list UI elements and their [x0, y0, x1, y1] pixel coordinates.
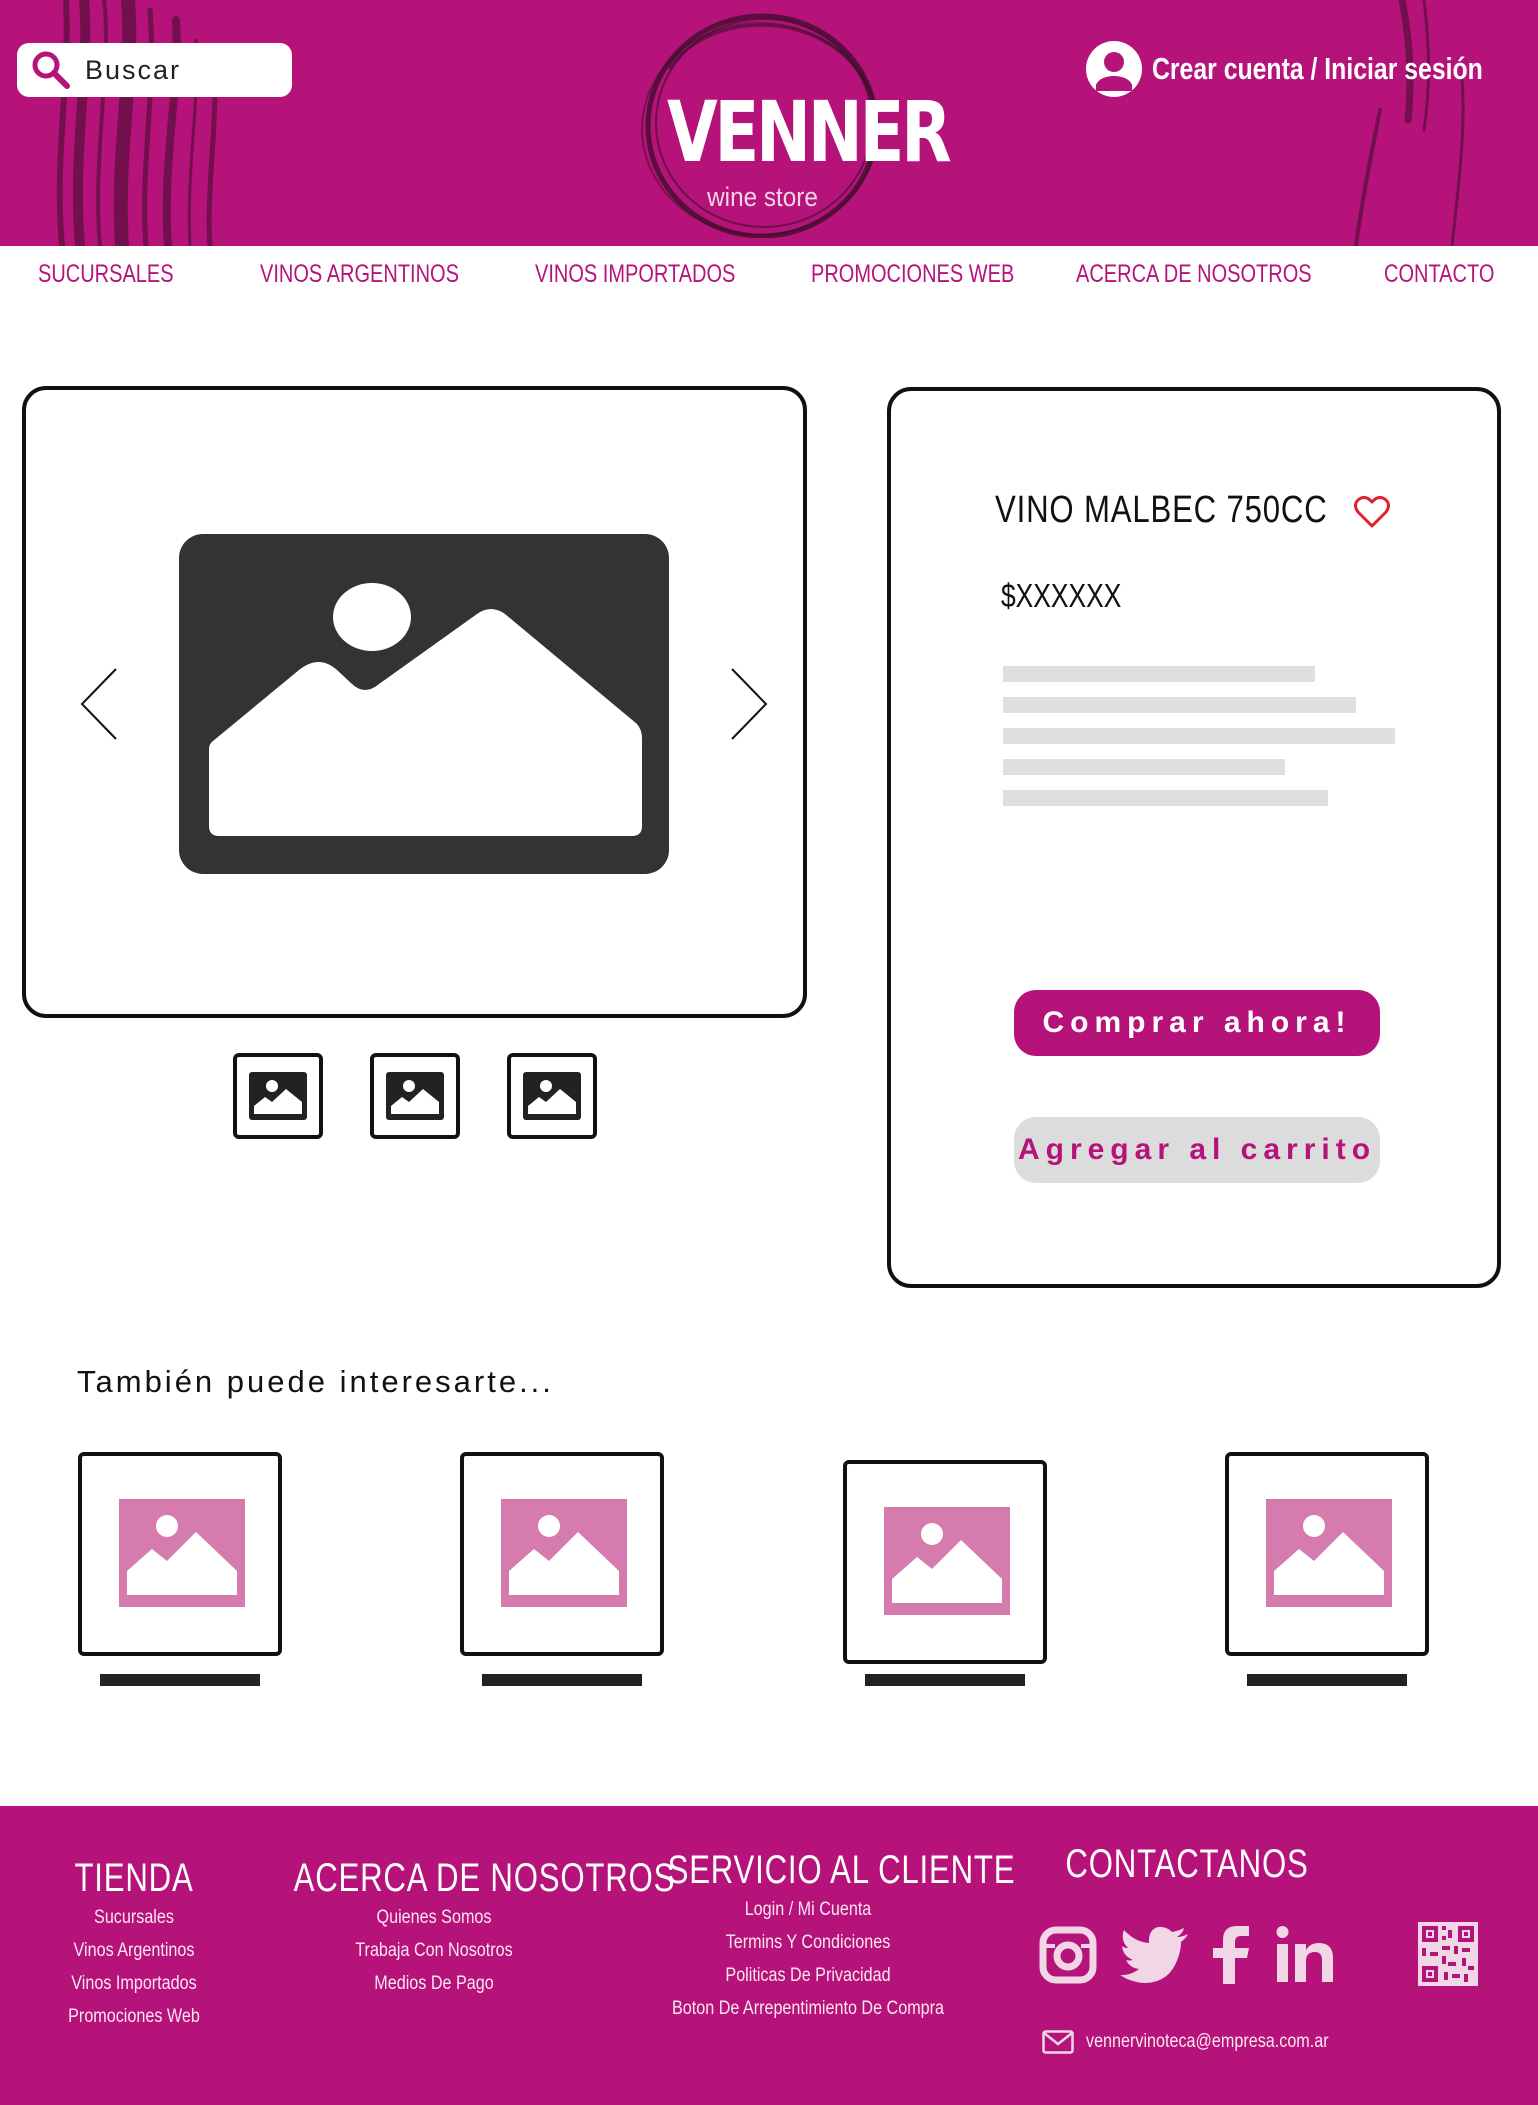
- product-image-placeholder: [179, 534, 669, 874]
- image-icon: [386, 1072, 444, 1120]
- footer-heading: CONTACTANOS: [1065, 1842, 1309, 1886]
- search-bar[interactable]: Buscar: [17, 43, 292, 97]
- account-link[interactable]: Crear cuenta / Iniciar sesión: [1086, 40, 1538, 98]
- linkedin-icon[interactable]: [1275, 1926, 1333, 1984]
- site-header: Buscar VENNER wine store Crear cuenta / …: [0, 0, 1538, 246]
- product-name-placeholder: [482, 1674, 642, 1686]
- venner-logo[interactable]: VENNER wine store: [640, 8, 952, 238]
- search-input[interactable]: Buscar: [85, 55, 181, 86]
- product-info-card: VINO MALBEC 750CC $XXXXXX Comprar ahora!…: [887, 387, 1501, 1288]
- product-name-placeholder: [865, 1674, 1025, 1686]
- twitter-icon[interactable]: [1120, 1926, 1190, 1984]
- footer-link[interactable]: Login / Mi Cuenta: [655, 1893, 961, 1926]
- footer-link[interactable]: Boton De Arrepentimiento De Compra: [655, 1992, 961, 2025]
- gallery-thumbnail[interactable]: [507, 1053, 597, 1139]
- recommended-product-card[interactable]: [460, 1452, 664, 1656]
- nav-item-promociones-web[interactable]: PROMOCIONES WEB: [811, 260, 1014, 289]
- image-icon: [249, 1072, 307, 1120]
- recommended-product-card[interactable]: [1225, 1452, 1429, 1656]
- recommended-product-card[interactable]: [843, 1460, 1047, 1664]
- contact-email[interactable]: vennervinoteca@empresa.com.ar: [1042, 2030, 1371, 2054]
- qr-code-icon[interactable]: [1418, 1922, 1478, 1986]
- nav-item-sucursales[interactable]: SUCURSALES: [38, 260, 174, 289]
- footer-column-servicio: SERVICIO AL CLIENTE Login / Mi Cuenta Te…: [628, 1848, 1016, 2025]
- description-placeholder-line: [1003, 759, 1285, 775]
- footer-column-acerca: ACERCA DE NOSOTROS Quienes Somos Trabaja…: [254, 1856, 676, 2000]
- footer-heading: ACERCA DE NOSOTROS: [293, 1856, 676, 1900]
- facebook-icon[interactable]: [1209, 1926, 1253, 1984]
- footer-heading: TIENDA: [74, 1856, 194, 1900]
- footer-column-contacto: CONTACTANOS: [1007, 1842, 1367, 1887]
- footer-link[interactable]: Promociones Web: [49, 2000, 219, 2033]
- add-to-cart-button[interactable]: Agregar al carrito: [1014, 1117, 1380, 1183]
- footer-link[interactable]: Vinos Argentinos: [49, 1934, 219, 1967]
- instagram-icon[interactable]: [1039, 1926, 1097, 1984]
- description-placeholder-line: [1003, 790, 1328, 806]
- heart-icon[interactable]: [1354, 495, 1390, 529]
- footer-link[interactable]: Quienes Somos: [281, 1901, 587, 1934]
- footer-link[interactable]: Politicas De Privacidad: [655, 1959, 961, 1992]
- image-icon: [884, 1507, 1010, 1615]
- gallery-thumbnail[interactable]: [370, 1053, 460, 1139]
- image-icon: [523, 1072, 581, 1120]
- site-footer: TIENDA Sucursales Vinos Argentinos Vinos…: [0, 1806, 1538, 2105]
- recommendations-title: También puede interesarte...: [77, 1364, 554, 1399]
- user-icon: [1086, 41, 1142, 97]
- logo-wordmark: VENNER: [666, 83, 952, 181]
- contact-email-text: vennervinoteca@empresa.com.ar: [1086, 2031, 1329, 2052]
- product-gallery: [22, 386, 807, 1018]
- description-placeholder-line: [1003, 697, 1356, 713]
- footer-column-tienda: TIENDA Sucursales Vinos Argentinos Vinos…: [34, 1856, 234, 2033]
- footer-link[interactable]: Medios De Pago: [281, 1967, 587, 2000]
- image-icon: [501, 1499, 627, 1607]
- footer-link[interactable]: Termins Y Condiciones: [655, 1926, 961, 1959]
- footer-heading: SERVICIO AL CLIENTE: [667, 1848, 1016, 1892]
- mail-icon: [1042, 2030, 1074, 2054]
- nav-item-contacto[interactable]: CONTACTO: [1384, 260, 1494, 289]
- description-placeholder-line: [1003, 728, 1395, 744]
- footer-link[interactable]: Sucursales: [49, 1901, 219, 1934]
- buy-now-button[interactable]: Comprar ahora!: [1014, 990, 1380, 1056]
- product-price: $XXXXXX: [1001, 577, 1122, 614]
- image-icon: [119, 1499, 245, 1607]
- recommended-product-card[interactable]: [78, 1452, 282, 1656]
- footer-link[interactable]: Trabaja Con Nosotros: [281, 1934, 587, 1967]
- account-link-label: Crear cuenta / Iniciar sesión: [1152, 51, 1483, 86]
- nav-item-acerca-de-nosotros[interactable]: ACERCA DE NOSOTROS: [1076, 260, 1312, 289]
- footer-link[interactable]: Vinos Importados: [49, 1967, 219, 2000]
- product-title: VINO MALBEC 750CC: [995, 489, 1328, 531]
- next-arrow-icon[interactable]: [726, 667, 770, 741]
- product-name-placeholder: [1247, 1674, 1407, 1686]
- prev-arrow-icon[interactable]: [78, 667, 122, 741]
- nav-item-vinos-argentinos[interactable]: VINOS ARGENTINOS: [260, 260, 459, 289]
- image-icon: [1266, 1499, 1392, 1607]
- gallery-thumbnail[interactable]: [233, 1053, 323, 1139]
- main-nav: SUCURSALES VINOS ARGENTINOS VINOS IMPORT…: [0, 246, 1538, 306]
- product-name-placeholder: [100, 1674, 260, 1686]
- logo-tagline: wine store: [707, 182, 818, 212]
- description-placeholder-line: [1003, 666, 1315, 682]
- nav-item-vinos-importados[interactable]: VINOS IMPORTADOS: [535, 260, 735, 289]
- search-icon: [32, 51, 70, 89]
